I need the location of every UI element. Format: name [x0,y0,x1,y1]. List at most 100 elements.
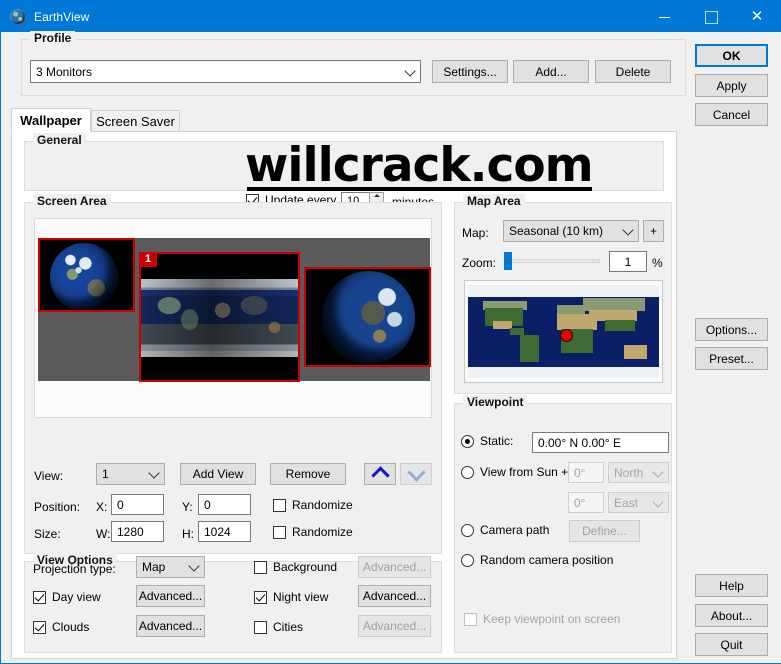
zoom-slider[interactable] [504,252,600,270]
globe-render-right [322,271,415,364]
cancel-button[interactable]: Cancel [695,103,768,126]
about-button[interactable]: About... [695,604,768,627]
chevron-down-icon [188,560,200,572]
cities-checkbox[interactable]: Cities [254,620,303,634]
monitor-preview-right[interactable] [304,267,431,367]
checkbox-box [464,612,477,626]
size-randomize-checkbox[interactable]: Randomize [273,525,353,539]
viewpoint-random-camera-radio[interactable]: Random camera position [461,553,613,567]
size-label: Size: [34,527,61,541]
clouds-checkbox[interactable]: Clouds [33,620,89,634]
preset-button[interactable]: Preset... [695,347,768,370]
background-checkbox[interactable]: Background [254,560,337,574]
monitor-preview-center[interactable] [139,252,300,382]
day-view-advanced-button[interactable]: Advanced... [136,585,205,607]
landmass [520,335,539,362]
move-view-down-button[interactable] [400,463,432,485]
view-label: View: [34,469,64,483]
day-view-label: Day view [52,590,101,604]
profile-settings-button[interactable]: Settings... [432,60,508,83]
help-button[interactable]: Help [695,574,768,597]
sun-longitude-input[interactable]: 0° [568,492,604,513]
camera-path-define-button[interactable]: Define... [569,520,640,542]
clouds-advanced-button[interactable]: Advanced... [136,615,205,637]
tab-screen-saver[interactable]: Screen Saver [91,110,180,132]
chevron-down-icon [652,495,664,508]
chevron-up-icon [370,466,390,485]
day-view-checkbox[interactable]: Day view [33,590,101,604]
viewpoint-sun-radio[interactable]: View from Sun + [461,465,568,479]
arctic-ice [468,285,659,298]
position-x-label: X: [96,500,108,514]
map-combo-value: Seasonal (10 km) [509,224,604,238]
watermark-underline [247,187,592,191]
viewpoint-static-input[interactable]: 0.00° N 0.00° E [532,432,669,453]
size-width-input[interactable]: 1280 [111,521,164,542]
projection-type-combo[interactable]: Map [136,556,205,578]
screen-layout-preview[interactable]: 1 [34,218,432,418]
position-x-input[interactable]: 0 [111,494,164,515]
projection-type-label: Projection type: [33,562,116,576]
options-button[interactable]: Options... [695,318,768,341]
monitor-preview-left[interactable] [38,238,135,312]
position-y-input[interactable]: 0 [198,494,251,515]
checkbox-box [33,620,46,634]
chevron-down-icon [406,463,426,482]
viewpoint-static-radio[interactable]: Static: [461,434,513,448]
apply-button[interactable]: Apply [695,74,768,97]
size-w-label: W: [96,527,111,541]
radio-circle [461,465,474,479]
tab-wallpaper[interactable]: Wallpaper [11,108,91,132]
radio-circle [461,523,474,537]
spinner-up-icon[interactable] [370,193,383,201]
general-legend: General [33,133,86,147]
quit-button[interactable]: Quit [695,633,768,656]
background-advanced-button[interactable]: Advanced... [358,556,431,578]
clouds-label: Clouds [52,620,90,634]
profile-delete-button[interactable]: Delete [595,60,671,83]
profile-combo-value: 3 Monitors [36,64,93,79]
minimize-button[interactable] [642,1,688,32]
size-randomize-label: Randomize [292,525,353,539]
map-combo[interactable]: Seasonal (10 km) [503,220,639,242]
viewpoint-marker[interactable] [560,329,573,342]
sun-longitude-direction-value: East [614,495,639,510]
cities-advanced-button[interactable]: Advanced... [358,615,431,637]
add-view-button[interactable]: Add View [180,463,256,485]
move-view-up-button[interactable] [364,463,396,485]
sun-latitude-input[interactable]: 0° [568,462,604,483]
close-button[interactable]: ✕ [734,1,780,32]
viewpoint-camera-path-radio[interactable]: Camera path [461,523,549,537]
night-view-checkbox[interactable]: Night view [254,590,328,604]
size-height-input[interactable]: 1024 [198,521,251,542]
world-map-preview[interactable] [464,280,663,383]
sun-longitude-direction-combo[interactable]: East [608,492,669,513]
chevron-down-icon [148,467,160,479]
add-map-button[interactable]: + [643,220,664,242]
antarctic-ice [468,366,659,378]
landmass [605,320,635,331]
chevron-down-icon [652,465,664,478]
view-combo[interactable]: 1 [96,463,165,485]
viewpoint-sun-label: View from Sun + [480,465,569,479]
night-view-advanced-button[interactable]: Advanced... [358,585,431,607]
keep-viewpoint-label: Keep viewpoint on screen [483,612,621,626]
checkbox-box [254,560,267,574]
ok-button[interactable]: OK [695,44,768,67]
position-y-label: Y: [182,500,193,514]
position-randomize-checkbox[interactable]: Randomize [273,498,353,512]
remove-view-button[interactable]: Remove [270,463,346,485]
checkbox-box [273,498,286,512]
maximize-button[interactable] [688,1,734,32]
profile-legend: Profile [30,31,76,45]
zoom-value-input[interactable]: 1 [609,251,647,272]
sun-latitude-direction-combo[interactable]: North [608,462,669,483]
sun-latitude-direction-value: North [614,465,644,480]
zoom-slider-thumb[interactable] [504,252,512,270]
viewpoint-random-camera-label: Random camera position [480,553,614,567]
profile-combo[interactable]: 3 Monitors [30,60,421,83]
keep-viewpoint-checkbox[interactable]: Keep viewpoint on screen [464,612,620,626]
cities-label: Cities [273,620,304,634]
monitor-index-badge: 1 [139,252,158,268]
profile-add-button[interactable]: Add... [513,60,589,83]
